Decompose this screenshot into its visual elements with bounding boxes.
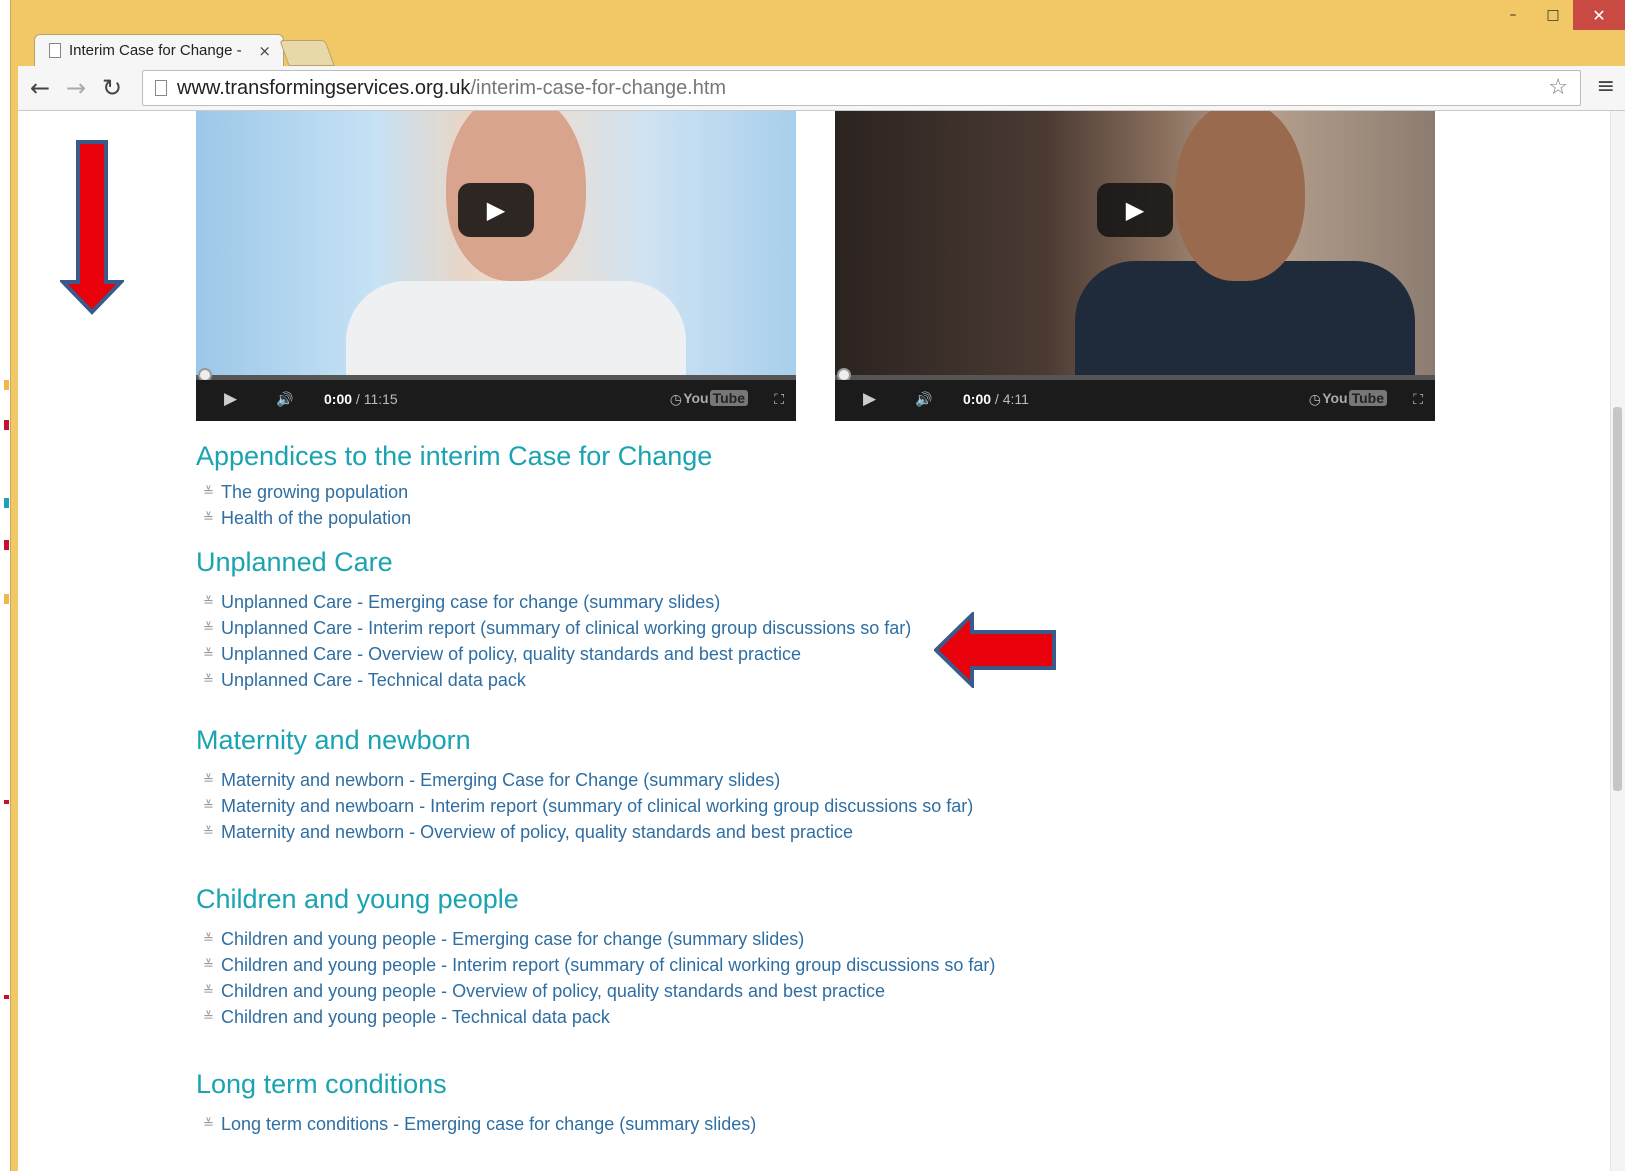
document-link[interactable]: ≚ Unplanned Care - Technical data pack <box>196 667 911 693</box>
down-arrow-annotation <box>60 140 124 315</box>
close-window-button[interactable]: ✕ <box>1573 0 1625 30</box>
document-link[interactable]: ≚ The growing population <box>196 479 712 505</box>
document-link[interactable]: ≚ Maternity and newborn - Overview of pol… <box>196 819 973 845</box>
volume-icon[interactable]: 🔊 <box>915 391 932 408</box>
tab-title: Interim Case for Change - <box>69 42 242 59</box>
download-icon: ≚ <box>203 620 214 636</box>
fullscreen-icon[interactable]: ⛶ <box>774 391 784 408</box>
section-heading: Maternity and newborn <box>196 725 471 755</box>
section-long-term: Long term conditions ≚ Long term conditio… <box>196 1069 756 1137</box>
watch-later-icon[interactable]: ◷ <box>1309 391 1321 408</box>
download-icon: ≚ <box>203 594 214 610</box>
left-arrow-annotation <box>934 612 1056 688</box>
document-link[interactable]: ≚ Long term conditions - Emerging case fo… <box>196 1111 756 1137</box>
download-icon: ≚ <box>203 931 214 947</box>
section-heading: Appendices to the interim Case for Chang… <box>196 441 713 471</box>
section-maternity: Maternity and newborn ≚ Maternity and new… <box>196 725 973 845</box>
browser-window: – □ ✕ Interim Case for Change - × ← → ↻ … <box>0 0 1625 1171</box>
fullscreen-icon[interactable]: ⛶ <box>1413 391 1423 408</box>
vertical-scrollbar[interactable] <box>1610 111 1625 1171</box>
back-arrow-icon[interactable]: ← <box>30 74 50 102</box>
current-time: 0:00 <box>963 391 992 407</box>
new-tab-button[interactable] <box>279 40 335 66</box>
section-appendices: Appendices to the interim Case for Chang… <box>196 441 712 531</box>
download-icon: ≚ <box>203 672 214 688</box>
total-time: / 11:15 <box>352 391 398 407</box>
forward-arrow-icon[interactable]: → <box>66 74 86 102</box>
video-controls: ▶ 🔊 0:00 / 4:11 ◷ You Tube ⛶ <box>835 380 1435 421</box>
document-list: ≚ The growing population ≚ Health of the p… <box>196 479 712 531</box>
video-player-1[interactable]: ▶ ▶ 🔊 0:00 / 11:15 ◷ You Tube ⛶ <box>196 111 796 421</box>
scrollbar-thumb[interactable] <box>1613 407 1622 791</box>
download-icon: ≚ <box>203 798 214 814</box>
download-icon: ≚ <box>203 772 214 788</box>
youtube-logo[interactable]: You Tube <box>1322 390 1387 406</box>
section-heading: Unplanned Care <box>196 547 393 577</box>
browser-toolbar: ← → ↻ www.transformingservices.org.uk/in… <box>18 66 1625 111</box>
section-children: Children and young people ≚ Children and … <box>196 884 995 1030</box>
document-link[interactable]: ≚ Children and young people - Interim rep… <box>196 952 995 978</box>
play-button[interactable]: ▶ <box>1097 183 1173 237</box>
address-bar[interactable]: www.transformingservices.org.uk/interim-… <box>142 70 1581 106</box>
section-heading: Long term conditions <box>196 1069 447 1099</box>
document-link[interactable]: ≚ Children and young people - Emerging ca… <box>196 926 995 952</box>
download-icon: ≚ <box>203 1116 214 1132</box>
section-heading: Children and young people <box>196 884 519 914</box>
bookmark-star-icon[interactable]: ☆ <box>1548 75 1568 100</box>
document-link[interactable]: ≚ Children and young people - Technical d… <box>196 1004 995 1030</box>
reload-icon[interactable]: ↻ <box>102 74 122 102</box>
window-controls: – □ ✕ <box>1493 0 1625 34</box>
menu-icon[interactable]: ≡ <box>1597 74 1615 99</box>
desktop-edge <box>0 0 11 1171</box>
video-thumbnail <box>835 111 1435 381</box>
download-icon: ≚ <box>203 646 214 662</box>
document-link[interactable]: ≚ Maternity and newborn - Emerging Case f… <box>196 767 973 793</box>
url-domain: www.transformingservices.org.uk <box>177 76 471 99</box>
browser-tab[interactable]: Interim Case for Change - × <box>34 34 284 66</box>
document-list: ≚ Children and young people - Emerging ca… <box>196 926 995 1030</box>
download-icon: ≚ <box>203 510 214 526</box>
download-icon: ≚ <box>203 957 214 973</box>
section-unplanned-care: Unplanned Care ≚ Unplanned Care - Emergin… <box>196 547 911 693</box>
download-icon: ≚ <box>203 824 214 840</box>
download-icon: ≚ <box>203 1009 214 1025</box>
document-link[interactable]: ≚ Health of the population <box>196 505 712 531</box>
download-icon: ≚ <box>203 484 214 500</box>
document-list: ≚ Maternity and newborn - Emerging Case f… <box>196 767 973 845</box>
video-player-2[interactable]: ▶ ▶ 🔊 0:00 / 4:11 ◷ You Tube ⛶ <box>835 111 1435 421</box>
document-list: ≚ Unplanned Care - Emerging case for chan… <box>196 589 911 693</box>
url-path: /interim-case-for-change.htm <box>470 76 727 99</box>
document-link[interactable]: ≚ Unplanned Care - Overview of policy, qu… <box>196 641 911 667</box>
document-link[interactable]: ≚ Children and young people - Overview of… <box>196 978 995 1004</box>
document-list: ≚ Long term conditions - Emerging case fo… <box>196 1111 756 1137</box>
document-link[interactable]: ≚ Maternity and newboarn - Interim report… <box>196 793 973 819</box>
play-icon[interactable]: ▶ <box>863 389 876 409</box>
current-time: 0:00 <box>324 391 353 407</box>
video-thumbnail <box>196 111 796 381</box>
page-viewport: ▶ ▶ 🔊 0:00 / 11:15 ◷ You Tube ⛶ ▶ ▶ 🔊 0:… <box>18 111 1625 1171</box>
maximize-button[interactable]: □ <box>1533 0 1573 30</box>
video-controls: ▶ 🔊 0:00 / 11:15 ◷ You Tube ⛶ <box>196 380 796 421</box>
download-icon: ≚ <box>203 983 214 999</box>
page-icon <box>155 80 167 96</box>
page-icon <box>49 43 61 58</box>
tab-close-icon[interactable]: × <box>258 42 271 60</box>
volume-icon[interactable]: 🔊 <box>276 391 293 408</box>
play-icon[interactable]: ▶ <box>224 389 237 409</box>
document-link[interactable]: ≚ Unplanned Care - Emerging case for chan… <box>196 589 911 615</box>
watch-later-icon[interactable]: ◷ <box>670 391 682 408</box>
document-link[interactable]: ≚ Unplanned Care - Interim report (summar… <box>196 615 911 641</box>
play-button[interactable]: ▶ <box>458 183 534 237</box>
youtube-logo[interactable]: You Tube <box>683 390 748 406</box>
minimize-button[interactable]: – <box>1493 0 1533 30</box>
total-time: / 4:11 <box>991 391 1029 407</box>
